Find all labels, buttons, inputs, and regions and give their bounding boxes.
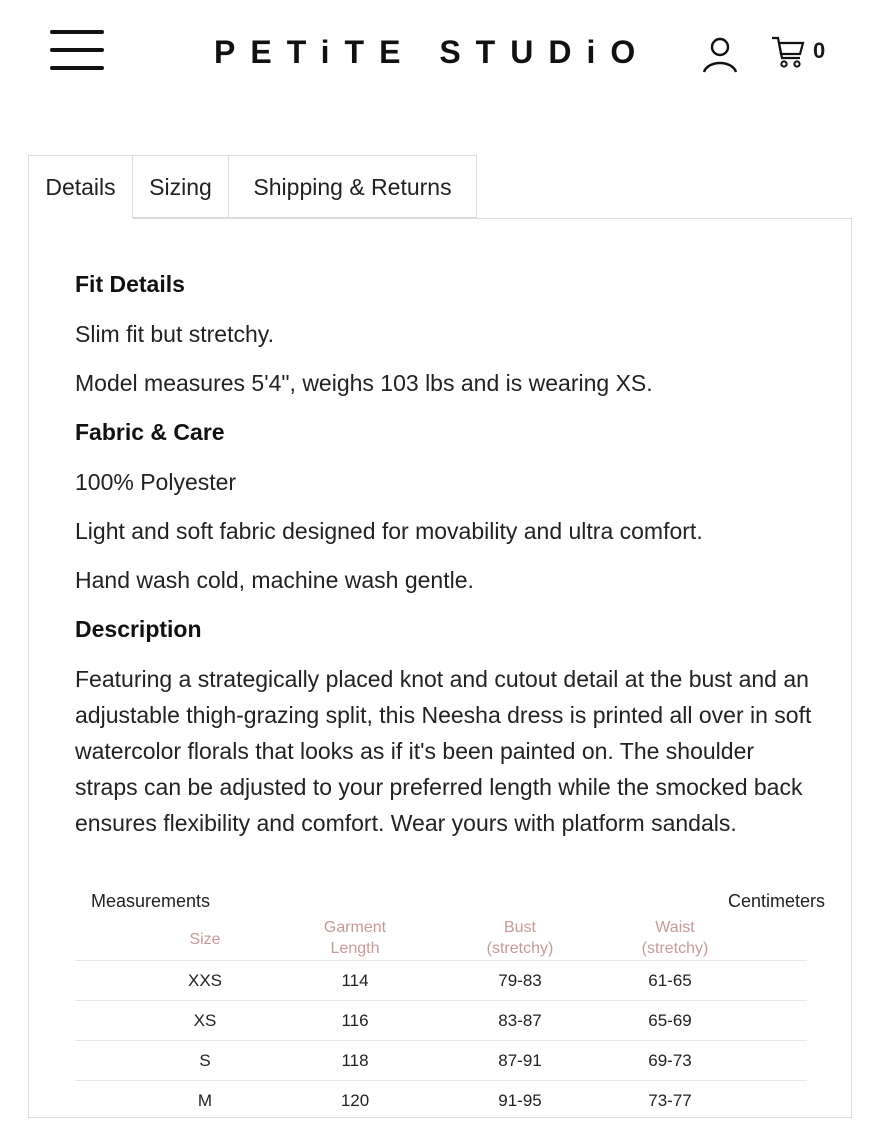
table-row: XS 116 83-87 65-69 — [75, 1000, 807, 1041]
hamburger-menu-icon[interactable] — [50, 30, 104, 72]
table-cell-bust: 91-95 — [498, 1091, 542, 1110]
tab-shipping-returns[interactable]: Shipping & Returns — [228, 155, 477, 218]
column-header-size: Size — [189, 931, 221, 948]
table-row: M 120 91-95 73-77 — [75, 1080, 807, 1121]
cart-count[interactable]: 0 — [813, 36, 825, 66]
site-header: PETiTE STUDiO 0 — [0, 0, 880, 110]
table-cell-waist: 61-65 — [648, 971, 692, 990]
column-header-garment-length: Garment Length — [323, 919, 387, 957]
fit-line: Slim fit but stretchy. — [75, 321, 274, 347]
column-header-waist: Waist (stretchy) — [641, 919, 709, 957]
table-cell-bust: 83-87 — [498, 1011, 542, 1030]
fabric-line: Light and soft fabric designed for movab… — [75, 518, 703, 544]
table-cell-size: XXS — [187, 971, 223, 990]
fabric-care-heading: Fabric & Care — [75, 419, 225, 445]
fit-details-heading: Fit Details — [75, 271, 185, 297]
fabric-line: 100% Polyester — [75, 469, 237, 495]
description-heading: Description — [75, 616, 202, 642]
table-row: XXS 114 79-83 61-65 — [75, 960, 807, 1001]
table-cell-waist: 65-69 — [648, 1011, 692, 1030]
tab-details[interactable]: Details — [28, 155, 133, 219]
table-cell-length: 116 — [341, 1011, 369, 1030]
description-text: Featuring a strategically placed knot an… — [75, 666, 812, 836]
user-icon[interactable] — [700, 34, 740, 74]
size-chart-title: Measurements — [91, 891, 211, 911]
table-row: S 118 87-91 69-73 — [75, 1040, 807, 1081]
size-chart-unit: Centimeters — [727, 891, 825, 911]
table-cell-size: S — [199, 1051, 211, 1070]
table-cell-length: 118 — [341, 1051, 369, 1070]
cart-icon[interactable] — [770, 34, 806, 70]
table-cell-bust: 87-91 — [498, 1051, 542, 1070]
fit-line: Model measures 5'4", weighs 103 lbs and … — [75, 370, 653, 396]
table-cell-waist: 73-77 — [648, 1091, 692, 1110]
fabric-line: Hand wash cold, machine wash gentle. — [75, 567, 474, 593]
table-cell-length: 114 — [341, 971, 369, 990]
column-header-bust: Bust (stretchy) — [486, 919, 554, 957]
details-panel: Fit Details Slim fit but stretchy. Model… — [28, 218, 852, 1118]
table-cell-size: XS — [193, 1011, 217, 1030]
table-cell-size: M — [197, 1091, 213, 1110]
table-cell-waist: 69-73 — [648, 1051, 692, 1070]
brand-logo[interactable]: PETiTE STUDiO — [214, 32, 650, 72]
table-cell-length: 120 — [340, 1091, 370, 1110]
tab-sizing[interactable]: Sizing — [132, 155, 229, 218]
table-cell-bust: 79-83 — [498, 971, 542, 990]
